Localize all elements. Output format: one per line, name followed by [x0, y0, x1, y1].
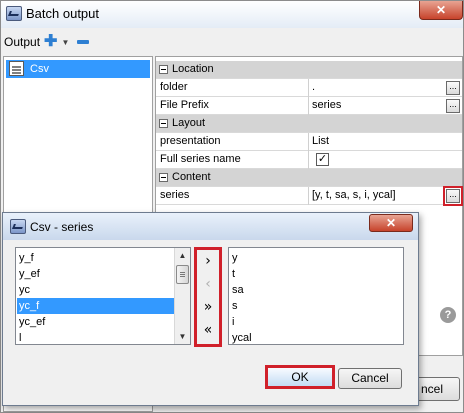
list-scrollbar[interactable]: ▲ ▼ — [174, 248, 190, 344]
minus-icon[interactable] — [77, 40, 90, 44]
prop-row-file-prefix[interactable]: File Prefix series ... — [156, 97, 462, 115]
prop-key: folder — [160, 81, 188, 93]
tree-item-label: Csv — [30, 63, 49, 75]
list-item[interactable]: y — [230, 250, 400, 266]
chosen-series-list[interactable]: y t sa s i ycal — [228, 247, 404, 345]
prop-key: File Prefix — [160, 99, 209, 111]
collapse-icon[interactable] — [159, 65, 168, 74]
scroll-thumb[interactable] — [176, 265, 189, 284]
folder-browse-button[interactable]: ... — [446, 81, 460, 95]
prop-row-presentation[interactable]: presentation List — [156, 133, 462, 151]
list-item[interactable]: ycal — [230, 330, 400, 344]
collapse-icon[interactable] — [159, 119, 168, 128]
caret-down-icon[interactable]: ▼ — [61, 38, 69, 47]
list-item-selected[interactable]: yc_f — [17, 298, 174, 314]
app-icon — [6, 6, 22, 21]
list-item[interactable]: yc — [17, 282, 174, 298]
main-titlebar: Batch output ✕ — [1, 1, 463, 28]
prop-value-file-prefix[interactable]: series — [312, 99, 341, 111]
prop-key: series — [160, 189, 190, 201]
dialog-title: Csv - series — [30, 220, 94, 234]
move-left-button[interactable]: ‹ — [197, 273, 219, 296]
list-item[interactable]: i — [230, 314, 400, 330]
prop-row-folder[interactable]: folder . ... — [156, 79, 462, 97]
prop-value-series[interactable]: [y, t, sa, s, i, ycal] — [312, 189, 396, 201]
csv-icon — [9, 61, 24, 76]
move-buttons-group: › ‹ » « — [194, 247, 222, 347]
scroll-down-icon[interactable]: ▼ — [175, 329, 190, 344]
dialog-titlebar: Csv - series ✕ — [3, 213, 418, 240]
main-close-button[interactable]: ✕ — [419, 1, 463, 20]
move-right-button[interactable]: › — [197, 250, 219, 273]
plus-icon[interactable]: ✚ — [44, 34, 57, 50]
main-window-title: Batch output — [26, 6, 99, 21]
prop-value-folder[interactable]: . — [312, 81, 315, 93]
tree-item-csv[interactable]: Csv — [6, 60, 150, 78]
list-item[interactable]: sa — [230, 282, 400, 298]
scroll-up-icon[interactable]: ▲ — [175, 248, 190, 263]
csv-series-dialog: Csv - series ✕ y_f y_ef yc yc_f yc_ef l … — [2, 212, 419, 406]
series-edit-button[interactable]: ... — [443, 186, 463, 206]
section-content[interactable]: Content — [156, 169, 462, 187]
prefix-edit-button[interactable]: ... — [446, 99, 460, 113]
collapse-icon[interactable] — [159, 173, 168, 182]
ok-button[interactable]: OK — [265, 365, 335, 389]
dialog-app-icon — [10, 219, 26, 234]
prop-value-presentation[interactable]: List — [312, 135, 329, 147]
output-label: Output — [4, 35, 41, 49]
section-title: Content — [172, 171, 211, 183]
section-title: Layout — [172, 117, 206, 129]
dialog-close-button[interactable]: ✕ — [369, 214, 413, 232]
list-item[interactable]: y_ef — [17, 266, 174, 282]
section-location[interactable]: Location — [156, 61, 462, 79]
move-all-left-button[interactable]: « — [197, 319, 219, 342]
list-item[interactable]: yc_ef — [17, 314, 174, 330]
available-series-list[interactable]: y_f y_ef yc yc_f yc_ef l ▲ ▼ — [15, 247, 191, 345]
list-item[interactable]: s — [230, 298, 400, 314]
move-all-right-button[interactable]: » — [197, 296, 219, 319]
prop-row-series[interactable]: series [y, t, sa, s, i, ycal] ... — [156, 186, 463, 206]
output-toolbar: Output ✚ ▼ — [4, 33, 90, 51]
help-icon[interactable]: ? — [440, 307, 456, 323]
list-item[interactable]: t — [230, 266, 400, 282]
full-series-name-checkbox[interactable]: ✓ — [316, 153, 329, 166]
list-item[interactable]: l — [17, 330, 174, 344]
cancel-button[interactable]: Cancel — [338, 368, 402, 389]
prop-key: Full series name — [160, 153, 241, 165]
section-title: Location — [172, 63, 214, 75]
section-layout[interactable]: Layout — [156, 115, 462, 133]
prop-key: presentation — [160, 135, 221, 147]
list-item[interactable]: y_f — [17, 250, 174, 266]
prop-row-full-series-name[interactable]: Full series name ✓ — [156, 151, 462, 169]
